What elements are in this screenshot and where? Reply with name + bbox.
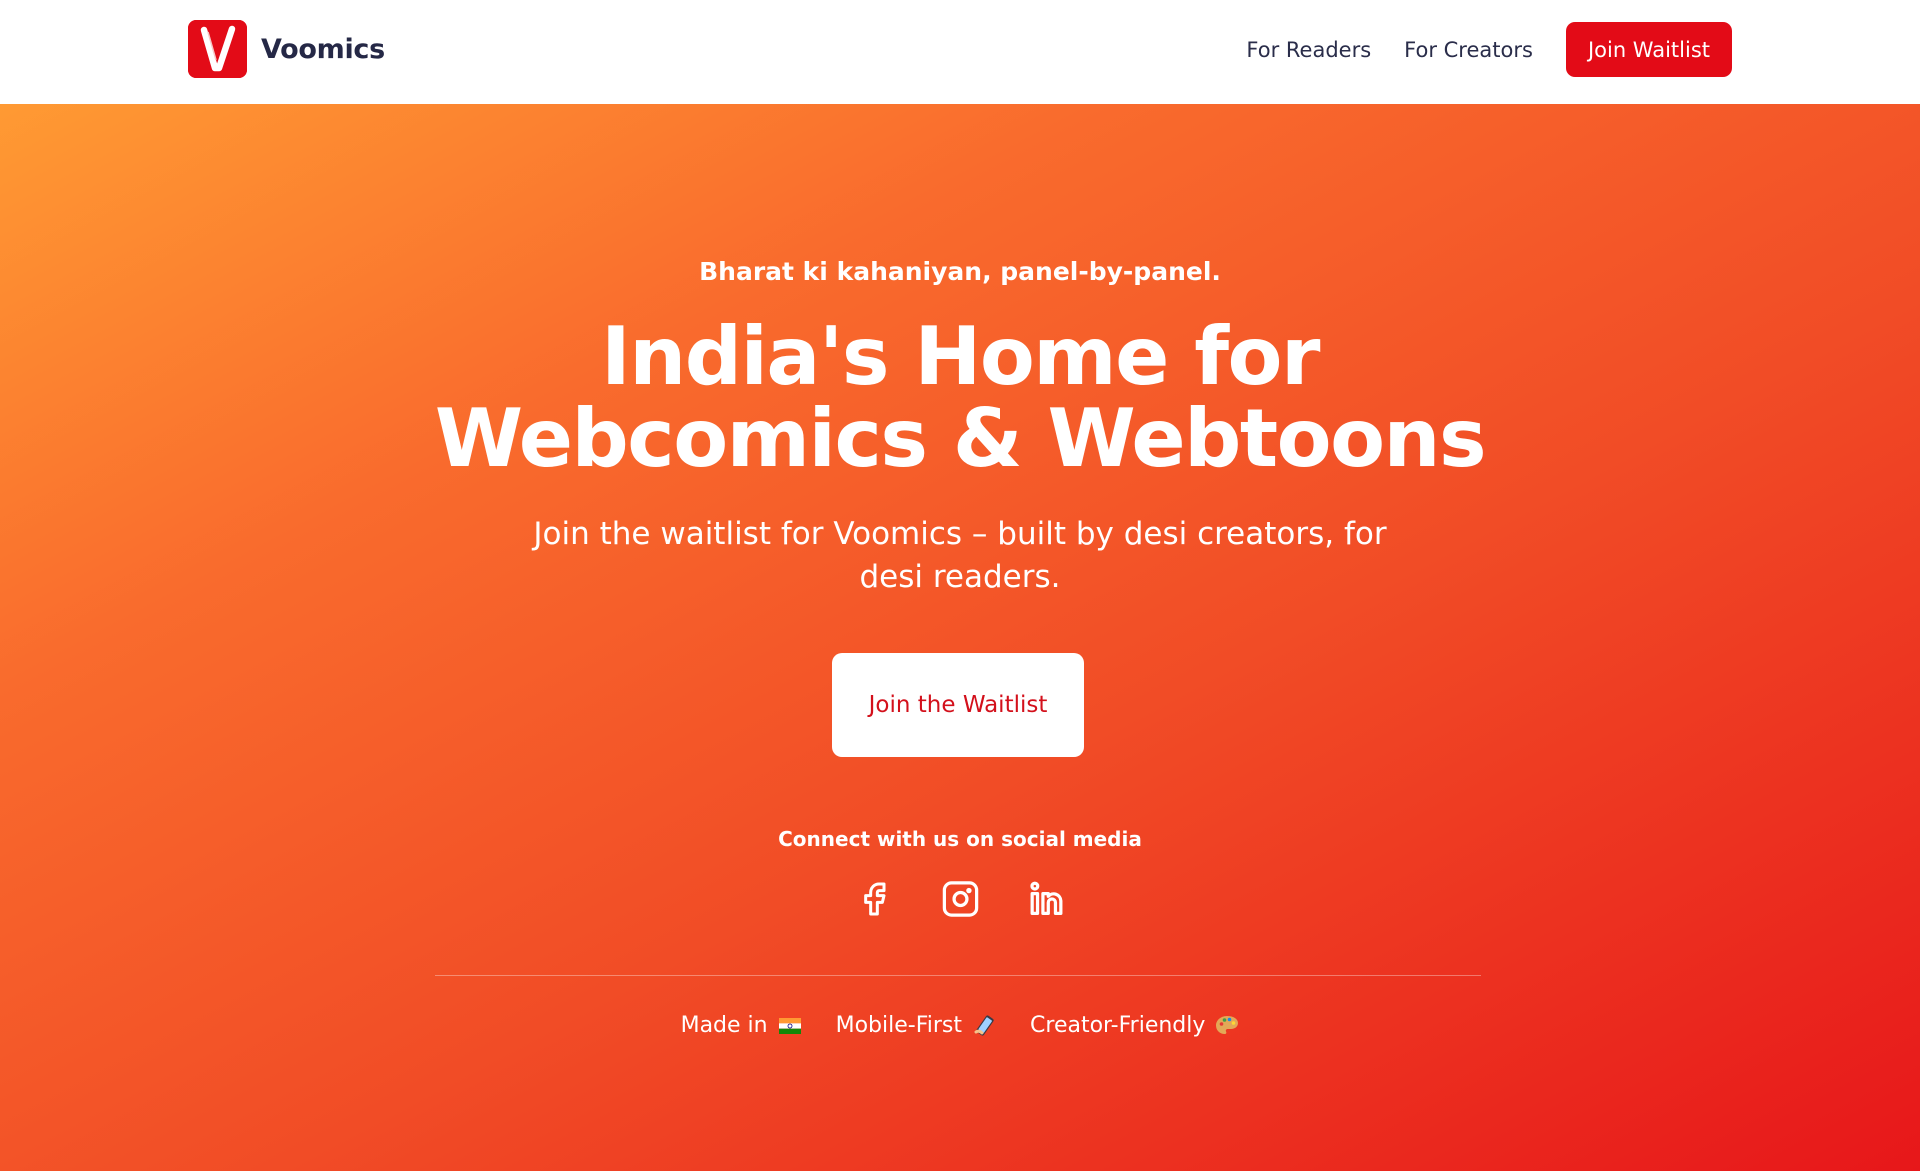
join-the-waitlist-button[interactable]: Join the Waitlist (832, 653, 1084, 757)
footer-divider (435, 975, 1481, 976)
linkedin-link[interactable] (1025, 877, 1068, 920)
feature-label: Mobile-First (835, 1013, 963, 1038)
top-navbar: Voomics For Readers For Creators Join Wa… (0, 0, 1920, 104)
nav-links: For Readers For Creators Join Waitlist (1246, 22, 1732, 77)
feature-mobile-first: Mobile-First (836, 1013, 996, 1038)
nav-link-for-creators[interactable]: For Creators (1404, 38, 1533, 62)
facebook-icon (864, 882, 886, 915)
feature-label: Creator-Friendly (1030, 1013, 1206, 1038)
india-flag-icon (778, 1016, 802, 1036)
join-waitlist-nav-button[interactable]: Join Waitlist (1565, 22, 1732, 77)
social-links (0, 877, 1920, 920)
hero-subtitle: Join the waitlist for Voomics – built by… (533, 516, 1387, 595)
social-heading: Connect with us on social media (778, 827, 1142, 851)
artist-palette-icon (1215, 1015, 1239, 1036)
brand-home-link[interactable]: Voomics (188, 20, 385, 78)
facebook-link[interactable] (853, 877, 896, 920)
instagram-icon (942, 880, 978, 917)
instagram-link[interactable] (939, 877, 982, 920)
feature-badges: Made in Mobile-First Creator-Friendly (0, 1013, 1920, 1038)
voomics-logo-icon (188, 20, 247, 78)
feature-label: Made in (680, 1013, 768, 1038)
hero-section: Bharat ki kahaniyan, panel-by-panel. Ind… (0, 104, 1920, 1171)
hero-tagline: Bharat ki kahaniyan, panel-by-panel. (699, 257, 1221, 286)
hero-headline-line-2: Webcomics & Webtoons (434, 392, 1487, 485)
brand-name: Voomics (261, 33, 385, 65)
nav-link-for-readers[interactable]: For Readers (1246, 38, 1371, 62)
feature-made-in-india: Made in (681, 1013, 802, 1038)
hero-headline-line-1: India's Home for (601, 310, 1320, 403)
linkedin-icon (1029, 881, 1062, 915)
mobile-phone-icon (972, 1014, 996, 1036)
hero-headline: India's Home for Webcomics & Webtoons (0, 316, 1920, 480)
feature-creator-friendly: Creator-Friendly (1030, 1013, 1239, 1038)
